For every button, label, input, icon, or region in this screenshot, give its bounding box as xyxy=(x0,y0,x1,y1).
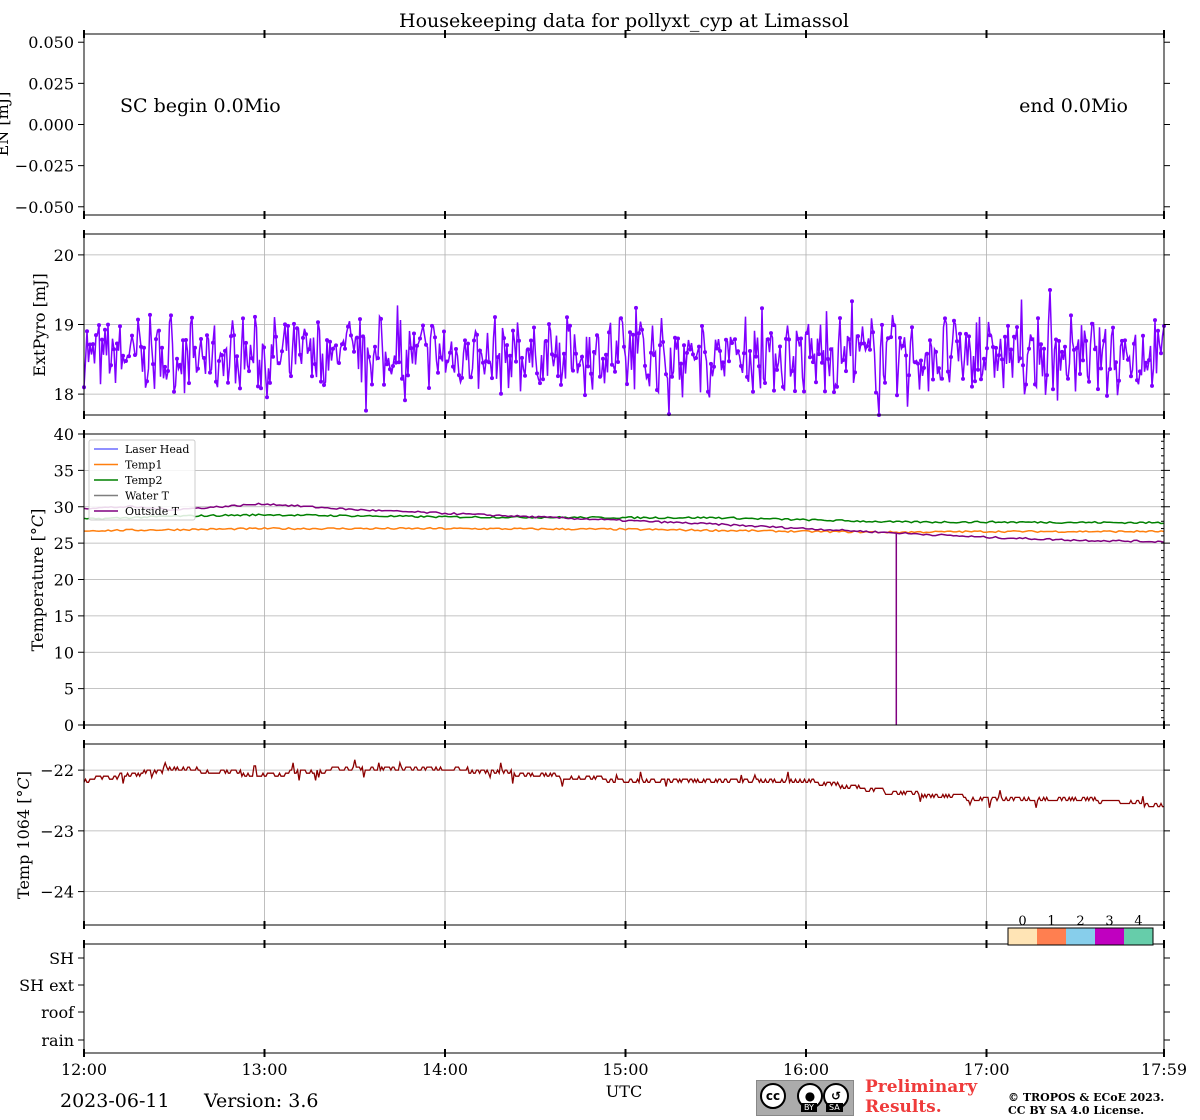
temp1-line xyxy=(84,526,1165,534)
copyright-line-1: © TROPOS & ECoE 2023. xyxy=(1008,1091,1165,1104)
copyright-notice: © TROPOS & ECoE 2023. CC BY SA 4.0 Licen… xyxy=(1008,1091,1164,1117)
panel-temperature-grid xyxy=(83,433,1165,726)
sc-end-annotation: end 0.0Mio xyxy=(1019,95,1128,117)
panel-temperature-ylabel: Temperature [°C] xyxy=(28,509,47,652)
x-tick-label: 16:00 xyxy=(783,1060,829,1079)
colorbar-segment xyxy=(1008,928,1037,945)
panel-extpyro-ylabel: ExtPyro [mJ] xyxy=(30,273,49,376)
x-axis-label: UTC xyxy=(606,1082,642,1101)
y-tick-label: −24 xyxy=(40,883,74,902)
x-tick-label: 17:59 xyxy=(1141,1060,1187,1079)
y-tick-label: 19 xyxy=(54,316,74,335)
temp1064-line xyxy=(83,759,1164,809)
y-tick-label: −23 xyxy=(40,822,74,841)
status-colorbar: 0 1 2 3 4 xyxy=(1007,914,1154,946)
y-tick-label: 18 xyxy=(54,385,74,404)
panel-en-yticks: 0.050 0.025 0.000 −0.025 −0.050 xyxy=(15,33,1170,217)
by-label: BY xyxy=(801,1103,817,1112)
panel-extpyro: 20 19 18 ExtPyro [mJ] xyxy=(30,230,1170,419)
colorbar-segment xyxy=(1066,928,1095,945)
y-tick-label: 20 xyxy=(54,246,74,265)
y-tick-label: 0.000 xyxy=(28,116,74,135)
legend-label: Water T xyxy=(125,490,170,503)
preliminary-line-1: Preliminary xyxy=(865,1077,978,1097)
panel-temp1064-frame xyxy=(83,743,1165,926)
y-tick-label: 20 xyxy=(54,571,74,590)
colorbar-label: 0 xyxy=(1018,914,1026,929)
panel-en: 0.050 0.025 0.000 −0.025 −0.050 EN [mJ] SC b… xyxy=(0,30,1170,219)
panel-temp1064: −22 −23 −24 Temp 1064 [°C] xyxy=(14,740,1170,929)
y-tick-label: −22 xyxy=(40,761,74,780)
x-tick-label: 13:00 xyxy=(241,1060,287,1079)
y-tick-label: 0 xyxy=(64,716,74,735)
y-tick-label: 40 xyxy=(54,425,74,444)
y-tick-label: −0.025 xyxy=(15,157,74,176)
panel-status-frame xyxy=(83,943,1165,1054)
sc-begin-annotation: SC begin 0.0Mio xyxy=(120,95,281,117)
panel-temp1064-series xyxy=(83,759,1164,809)
colorbar-segment xyxy=(1095,928,1124,945)
y-tick-label: 30 xyxy=(54,498,74,517)
panel-extpyro-grid xyxy=(83,234,1165,415)
legend-label: Laser Head xyxy=(125,443,189,456)
panel-temperature: 40 35 30 25 20 15 10 5 0 Temperature [°C] Laser … xyxy=(28,425,1170,735)
x-tick-label: 14:00 xyxy=(422,1060,468,1079)
y-tick-label: 10 xyxy=(54,643,74,662)
preliminary-results-notice: Preliminary Results. xyxy=(865,1077,977,1117)
panel-temp1064-grid xyxy=(83,744,1165,925)
x-tick-label: 15:00 xyxy=(602,1060,648,1079)
cc-license-badge: cc ● ↺ BY SA xyxy=(756,1080,854,1116)
y-tick-label: 35 xyxy=(54,461,74,480)
y-tick-label: 0.025 xyxy=(28,74,74,93)
date-label: 2023-06-11 xyxy=(60,1090,170,1112)
status-category-label: SH xyxy=(49,949,74,968)
panel-temperature-series xyxy=(83,502,1165,725)
outside-t-line xyxy=(83,502,1165,725)
legend-label: Temp1 xyxy=(125,459,162,472)
y-tick-label: 15 xyxy=(54,607,74,626)
version-label: Version: 3.6 xyxy=(204,1090,319,1112)
y-tick-label: 5 xyxy=(64,680,74,699)
legend-label: Temp2 xyxy=(125,474,162,487)
colorbar-segment xyxy=(1124,928,1153,945)
status-category-label: rain xyxy=(41,1031,74,1050)
x-axis-tick-labels: 12:00 13:00 14:00 15:00 16:00 17:00 17:59 xyxy=(61,1060,1187,1079)
sa-label: SA xyxy=(826,1103,843,1112)
x-tick-label: 12:00 xyxy=(61,1060,107,1079)
y-tick-label: 0.050 xyxy=(28,33,74,52)
extpyro-series-line xyxy=(83,289,1165,416)
temperature-legend: Laser Head Temp1 Temp2 Water T Outside T xyxy=(88,439,196,521)
y-tick-label: −0.050 xyxy=(15,198,74,217)
panel-status-ycats: SH SH ext roof rain xyxy=(19,949,1170,1050)
panel-temp1064-ylabel: Temp 1064 [°C] xyxy=(14,771,33,899)
panel-en-ylabel: EN [mJ] xyxy=(0,92,12,157)
panel-en-frame xyxy=(83,33,1165,216)
panel-en-xticks xyxy=(83,30,1165,219)
panel-status: SH SH ext roof rain 0 1 2 3 4 xyxy=(19,914,1170,1057)
panel-temp1064-xticks xyxy=(83,740,1165,929)
y-tick-label: 25 xyxy=(54,534,74,553)
preliminary-line-2: Results. xyxy=(865,1097,942,1117)
copyright-line-2: CC BY SA 4.0 License. xyxy=(1008,1104,1145,1117)
cc-icon: cc xyxy=(760,1083,786,1109)
panel-status-xticks xyxy=(83,940,1165,1057)
colorbar-label: 4 xyxy=(1134,914,1142,929)
status-category-label: roof xyxy=(41,1003,75,1022)
colorbar-label: 2 xyxy=(1076,914,1084,929)
colorbar-label: 1 xyxy=(1047,914,1055,929)
chart-title: Housekeeping data for pollyxt_cyp at Lim… xyxy=(399,10,849,32)
colorbar-label: 3 xyxy=(1105,914,1113,929)
legend-label: Outside T xyxy=(125,505,180,518)
colorbar-segment xyxy=(1037,928,1066,945)
status-category-label: SH ext xyxy=(19,976,74,995)
temp2-line xyxy=(83,513,1165,525)
panel-temp1064-yticks: −22 −23 −24 xyxy=(40,761,1170,902)
panel-extpyro-series xyxy=(82,288,1166,417)
housekeeping-figure: Housekeeping data for pollyxt_cyp at Lim… xyxy=(0,10,1187,1101)
